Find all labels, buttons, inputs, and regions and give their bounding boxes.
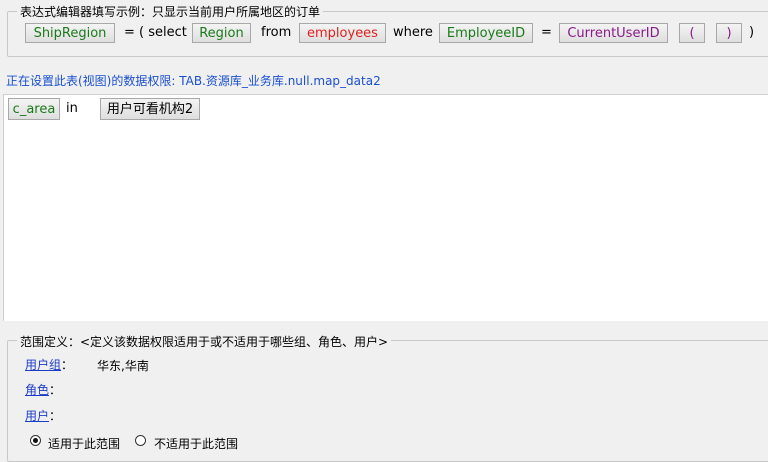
not-apply-scope-label[interactable]: 不适用于此范围 bbox=[154, 435, 238, 452]
roles-colon: ： bbox=[49, 383, 62, 397]
where-keyword: where bbox=[393, 25, 433, 40]
shipregion-token[interactable]: ShipRegion bbox=[25, 23, 115, 43]
example-legend: 表达式编辑器填写示例：只显示当前用户所属地区的订单 bbox=[17, 3, 324, 20]
user-groups-link[interactable]: 用户组 bbox=[25, 356, 61, 373]
roles-link[interactable]: 角色 bbox=[25, 381, 49, 398]
equals-text-1: = bbox=[124, 25, 135, 40]
select-keyword: ( select bbox=[139, 25, 187, 40]
user-groups-value: 华东,华南 bbox=[97, 359, 149, 373]
not-apply-scope-radio[interactable] bbox=[135, 435, 146, 446]
employees-token[interactable]: employees bbox=[299, 23, 386, 43]
org-value-token[interactable]: 用户可看机构2 bbox=[100, 98, 200, 120]
apply-scope-radio[interactable] bbox=[30, 435, 41, 446]
apply-scope-label[interactable]: 适用于此范围 bbox=[48, 435, 120, 452]
user-groups-colon: ： bbox=[61, 358, 74, 372]
equals-text-2: = bbox=[541, 25, 552, 40]
in-operator: in bbox=[66, 101, 78, 116]
region-token[interactable]: Region bbox=[192, 23, 251, 43]
currentuserid-token[interactable]: CurrentUserID bbox=[559, 23, 668, 43]
status-text: 正在设置此表(视图)的数据权限: TAB.资源库_业务库.null.map_da… bbox=[6, 74, 381, 88]
open-paren-button[interactable]: ( bbox=[679, 23, 705, 43]
employeeid-token[interactable]: EmployeeID bbox=[439, 23, 533, 43]
close-paren-button[interactable]: ) bbox=[716, 23, 742, 43]
radio-selected-dot bbox=[33, 438, 38, 443]
scope-legend: 范围定义：<定义该数据权限适用于或不适用于哪些组、角色、用户> bbox=[17, 333, 392, 350]
users-colon: ： bbox=[49, 409, 62, 423]
expression-editor[interactable] bbox=[3, 94, 768, 321]
from-keyword: from bbox=[261, 25, 292, 40]
close-paren-text: ) bbox=[749, 25, 755, 40]
users-link[interactable]: 用户 bbox=[25, 407, 49, 424]
c-area-token[interactable]: c_area bbox=[8, 98, 60, 120]
